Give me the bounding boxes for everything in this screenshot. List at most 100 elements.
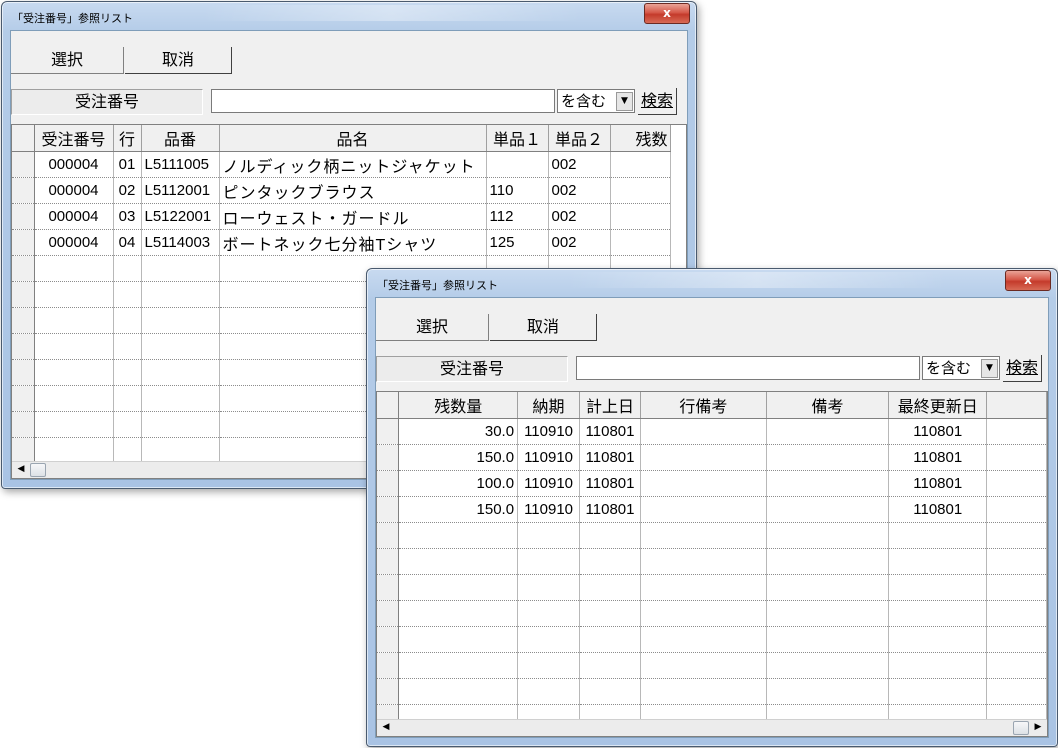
empty-cell xyxy=(141,385,220,412)
table-row[interactable]: 100.0 110910 110801 110801 xyxy=(377,470,1047,497)
row-header[interactable] xyxy=(12,281,35,308)
column-header-notes[interactable]: 備考 xyxy=(766,392,890,419)
row-header[interactable] xyxy=(377,444,400,471)
empty-cell xyxy=(766,574,890,601)
chevron-down-icon[interactable]: ▼ xyxy=(981,359,998,378)
search-button[interactable]: 検索 xyxy=(638,88,677,115)
match-mode-value: を含む xyxy=(926,359,972,377)
empty-cell xyxy=(113,333,142,360)
empty-cell xyxy=(766,522,890,549)
column-header-line[interactable]: 行 xyxy=(113,125,142,152)
row-header[interactable] xyxy=(12,203,35,230)
table-row[interactable]: 150.0 110910 110801 110801 xyxy=(377,444,1047,471)
cell-empty xyxy=(986,496,1047,523)
empty-cell xyxy=(141,281,220,308)
row-header[interactable] xyxy=(12,255,35,282)
cell-posting-date: 110801 xyxy=(579,470,642,497)
table-row[interactable]: 000004 02 L5112001 ピンタックブラウス 110 002 xyxy=(12,177,671,204)
table-row-empty[interactable] xyxy=(377,626,1047,653)
column-header-due-date[interactable]: 納期 xyxy=(517,392,581,419)
cancel-button[interactable]: 取消 xyxy=(490,314,597,341)
window-title: 「受注番号」参照リスト xyxy=(12,12,133,25)
cell-line-notes xyxy=(640,444,767,471)
column-header-unit-2[interactable]: 単品２ xyxy=(548,125,611,152)
table-row-empty[interactable] xyxy=(377,574,1047,601)
empty-cell xyxy=(888,522,988,549)
row-header[interactable] xyxy=(377,548,400,575)
empty-cell xyxy=(113,437,142,464)
row-header[interactable] xyxy=(377,418,400,445)
empty-cell xyxy=(517,678,581,705)
row-header[interactable] xyxy=(12,385,35,412)
row-header[interactable] xyxy=(377,626,400,653)
title-bar[interactable]: 「受注番号」参照リスト x xyxy=(367,269,1057,297)
cancel-button[interactable]: 取消 xyxy=(125,47,232,74)
column-header-remaining[interactable]: 残数 xyxy=(610,125,671,152)
row-header[interactable] xyxy=(12,307,35,334)
empty-cell xyxy=(34,437,114,464)
search-button[interactable]: 検索 xyxy=(1003,355,1042,382)
cell-remaining-qty: 150.0 xyxy=(398,444,519,471)
table-row[interactable]: 000004 03 L5122001 ローウェスト・ガードル 112 002 xyxy=(12,203,671,230)
arrow-left-icon[interactable]: ◀ xyxy=(379,721,393,734)
empty-cell xyxy=(579,548,642,575)
table-row[interactable]: 000004 04 L5114003 ボートネック七分袖Tシャツ 125 002 xyxy=(12,229,671,256)
scrollbar-thumb[interactable] xyxy=(30,463,46,477)
column-header-remaining-qty[interactable]: 残数量 xyxy=(398,392,519,419)
column-header-order-no[interactable]: 受注番号 xyxy=(34,125,114,152)
cell-remaining xyxy=(610,229,671,256)
empty-cell xyxy=(34,411,114,438)
row-header[interactable] xyxy=(12,177,35,204)
cell-due-date: 110910 xyxy=(517,444,581,471)
row-header[interactable] xyxy=(377,496,400,523)
empty-cell xyxy=(766,600,890,627)
title-bar[interactable]: 「受注番号」参照リスト x xyxy=(2,2,696,30)
select-button[interactable]: 選択 xyxy=(376,314,489,341)
cell-empty xyxy=(986,444,1047,471)
search-input[interactable] xyxy=(211,89,555,113)
row-header[interactable] xyxy=(12,229,35,256)
row-header[interactable] xyxy=(12,437,35,464)
row-header-corner xyxy=(377,392,400,419)
horizontal-scrollbar[interactable]: ◀ ▶ xyxy=(377,719,1047,736)
table-row-empty[interactable] xyxy=(377,600,1047,627)
column-header-item-code[interactable]: 品番 xyxy=(141,125,220,152)
search-input[interactable] xyxy=(576,356,920,380)
column-header-posting-date[interactable]: 計上日 xyxy=(579,392,642,419)
close-button[interactable]: x xyxy=(1005,270,1051,291)
row-header[interactable] xyxy=(12,359,35,386)
table-row-empty[interactable] xyxy=(377,522,1047,549)
cell-last-updated: 110801 xyxy=(888,470,988,497)
cell-posting-date: 110801 xyxy=(579,418,642,445)
row-header[interactable] xyxy=(377,470,400,497)
table-row-empty[interactable] xyxy=(377,652,1047,679)
column-header-line-notes[interactable]: 行備考 xyxy=(640,392,767,419)
chevron-down-icon[interactable]: ▼ xyxy=(616,92,633,111)
row-header[interactable] xyxy=(377,600,400,627)
match-mode-select[interactable]: を含む ▼ xyxy=(557,89,635,113)
row-header[interactable] xyxy=(377,678,400,705)
row-header[interactable] xyxy=(12,333,35,360)
row-header[interactable] xyxy=(377,574,400,601)
table-row[interactable]: 30.0 110910 110801 110801 xyxy=(377,418,1047,445)
table-row[interactable]: 150.0 110910 110801 110801 xyxy=(377,496,1047,523)
row-header[interactable] xyxy=(377,522,400,549)
table-row-empty[interactable] xyxy=(377,548,1047,575)
empty-cell xyxy=(640,626,767,653)
close-button[interactable]: x xyxy=(644,3,690,24)
table-row-empty[interactable] xyxy=(377,678,1047,705)
row-header[interactable] xyxy=(12,151,35,178)
row-header[interactable] xyxy=(12,411,35,438)
column-header-unit-1[interactable]: 単品１ xyxy=(486,125,549,152)
column-header-item-name[interactable]: 品名 xyxy=(219,125,487,152)
select-button[interactable]: 選択 xyxy=(11,47,124,74)
match-mode-select[interactable]: を含む ▼ xyxy=(922,356,1000,380)
row-header[interactable] xyxy=(377,652,400,679)
table-row[interactable]: 000004 01 L5111005 ノルディック柄ニットジャケット 002 xyxy=(12,151,671,178)
scrollbar-thumb[interactable] xyxy=(1013,721,1029,735)
header-row: 残数量 納期 計上日 行備考 備考 最終更新日 xyxy=(377,392,1047,419)
arrow-left-icon[interactable]: ◀ xyxy=(14,463,28,476)
empty-cell xyxy=(141,307,220,334)
column-header-last-updated[interactable]: 最終更新日 xyxy=(888,392,988,419)
arrow-right-icon[interactable]: ▶ xyxy=(1031,721,1045,734)
